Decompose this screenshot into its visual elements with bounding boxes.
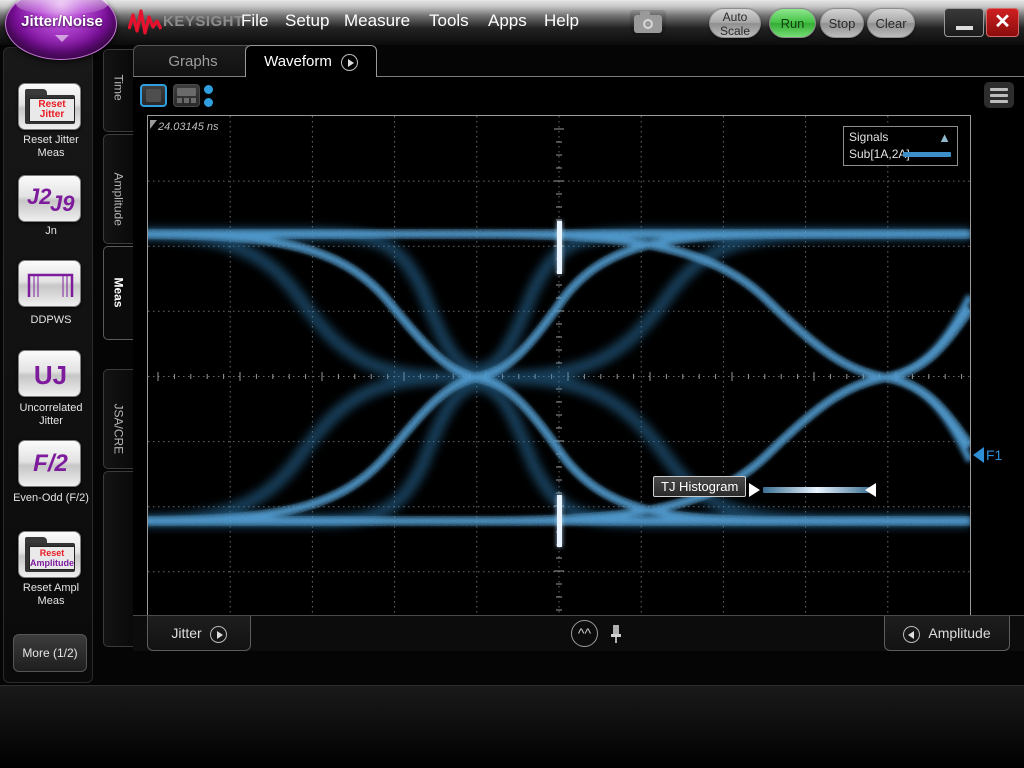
vtab-jsa-cre[interactable]: JSA/CRE	[103, 369, 133, 469]
camera-lens-decoration	[643, 19, 653, 29]
autoscale-line2: Scale	[710, 24, 760, 38]
autoscale-button[interactable]: Auto Scale	[709, 8, 761, 38]
f1-marker-label: F1	[986, 447, 1002, 463]
left-sidebar: Reset Jitter Reset Jitter Meas J2 J9 Jn …	[3, 47, 93, 683]
menu-file[interactable]: File	[237, 11, 272, 31]
chevron-up-icon[interactable]: ^^	[571, 620, 598, 647]
tab-bar: Graphs Waveform	[133, 45, 1024, 77]
folder-reset-amplitude-icon: Reset Amplitude	[25, 537, 75, 573]
tj-histogram-bar	[763, 487, 871, 493]
j9-label: J9	[50, 191, 74, 217]
minimize-button[interactable]	[944, 8, 984, 37]
hamburger-menu-icon[interactable]	[984, 82, 1014, 108]
chevron-up-icon[interactable]: ▲	[938, 130, 951, 145]
sidebar-label-ddpws: DDPWS	[4, 314, 98, 327]
graph-tab-jitter[interactable]: Jitter	[147, 616, 251, 651]
close-button[interactable]: ✕	[986, 8, 1019, 37]
triangle-left-icon	[973, 447, 984, 463]
top-menu-bar: KEYSIGHT File Setup Measure Tools Apps H…	[0, 0, 1024, 45]
sidebar-item-ddpws[interactable]	[18, 260, 81, 307]
vtab-meas-label: Meas	[112, 278, 126, 307]
sidebar-item-reset-jitter-meas[interactable]: Reset Jitter	[18, 83, 81, 130]
graph-tab-amplitude-label: Amplitude	[928, 625, 990, 641]
sidebar-label-jn: Jn	[4, 225, 98, 238]
chevron-down-icon	[55, 35, 69, 42]
layout-multi-icon[interactable]	[173, 84, 200, 107]
j2-label: J2	[27, 184, 51, 210]
ddpws-waveform-icon	[27, 269, 74, 300]
uj-icon: UJ	[19, 360, 81, 391]
menu-measure[interactable]: Measure	[340, 11, 414, 31]
vtab-amplitude-label: Amplitude	[112, 173, 126, 202]
vertical-cursor-top[interactable]	[557, 221, 562, 274]
sidebar-item-uncorrelated-jitter[interactable]: UJ	[18, 350, 81, 397]
previous-icon[interactable]	[903, 626, 920, 643]
tab-graphs[interactable]: Graphs	[133, 45, 253, 77]
graph-tab-jitter-label: Jitter	[171, 625, 201, 641]
graph-tab-amplitude[interactable]: Amplitude	[884, 616, 1010, 651]
sidebar-label-reset-jitter-meas: Reset Jitter Meas	[4, 134, 98, 160]
play-icon[interactable]	[210, 626, 227, 643]
pin-icon[interactable]	[610, 624, 622, 644]
brand-label: KEYSIGHT	[163, 13, 244, 30]
menu-tools[interactable]: Tools	[425, 11, 473, 31]
reset-jitter-icon-text2: Jitter	[30, 110, 74, 120]
folder-reset-jitter-icon: Reset Jitter	[25, 89, 75, 125]
vtab-time-label: Time	[112, 75, 126, 104]
menu-apps[interactable]: Apps	[484, 11, 531, 31]
time-origin-marker-icon	[150, 120, 157, 129]
reset-ampl-icon-text2: Amplitude	[30, 558, 74, 568]
vertical-tab-strip: Time Amplitude Meas « JSA/CRE	[103, 47, 133, 647]
arrow-right-icon	[749, 483, 760, 497]
sidebar-more-button[interactable]: More (1/2)	[13, 634, 87, 672]
tj-histogram-label: TJ Histogram	[653, 476, 746, 497]
sidebar-item-reset-ampl-meas[interactable]: Reset Amplitude	[18, 531, 81, 578]
keysight-logo-icon	[128, 9, 162, 35]
eye-diagram-display[interactable]: 24.03145 ns Signals ▲ Sub[1A,2A] TJ Hist…	[147, 115, 971, 638]
layout-single-icon[interactable]	[140, 84, 167, 107]
mode-button-label: Jitter/Noise	[6, 13, 118, 30]
signals-legend[interactable]: Signals ▲ Sub[1A,2A]	[843, 126, 958, 166]
j2-j9-icon: J2 J9	[19, 176, 81, 222]
play-icon[interactable]	[341, 54, 358, 71]
signals-trace-name: Sub[1A,2A]	[849, 147, 910, 161]
sidebar-label-uncorrelated-jitter: Uncorrelated Jitter	[4, 402, 98, 428]
vtab-time[interactable]: Time	[103, 49, 133, 132]
bottom-status-bar: 1A 140.0 mV/ 3.2 mV 2A 140.0 mV/ 700 µV …	[0, 685, 1024, 768]
graph-panel: 24.03145 ns Signals ▲ Sub[1A,2A] TJ Hist…	[133, 76, 1024, 651]
vtab-meas[interactable]: Meas	[103, 246, 133, 340]
application-window: KEYSIGHT File Setup Measure Tools Apps H…	[0, 0, 1024, 768]
eye-diagram-canvas	[148, 116, 970, 637]
menu-help[interactable]: Help	[540, 11, 583, 31]
vertical-cursor-bottom[interactable]	[557, 495, 562, 547]
signals-trace-color-swatch	[903, 152, 951, 157]
tab-waveform[interactable]: Waveform	[245, 45, 377, 77]
sidebar-label-even-odd: Even-Odd (F/2)	[4, 492, 98, 505]
autoscale-line1: Auto	[710, 10, 760, 24]
f1-channel-marker[interactable]: F1	[973, 447, 1002, 463]
signals-legend-title: Signals	[849, 130, 888, 144]
sidebar-item-jn[interactable]: J2 J9	[18, 175, 81, 222]
graph-toolbar	[133, 77, 1024, 113]
sidebar-item-even-odd[interactable]: F/2	[18, 440, 81, 487]
run-button[interactable]: Run	[769, 8, 816, 38]
menu-setup[interactable]: Setup	[281, 11, 333, 31]
arrow-left-icon	[865, 483, 876, 497]
clear-button[interactable]: Clear	[867, 8, 915, 38]
vtab-jsa-cre-label: JSA/CRE	[112, 404, 126, 433]
vtab-amplitude[interactable]: Amplitude	[103, 134, 133, 244]
f2-icon: F/2	[19, 450, 81, 478]
tab-waveform-label: Waveform	[264, 53, 332, 70]
reset-ampl-icon-text1: Reset	[30, 548, 74, 558]
graph-bottom-bar: Jitter ^^ Amplitude	[133, 615, 1024, 651]
stop-button[interactable]: Stop	[820, 8, 864, 38]
vtab-spacer	[103, 471, 133, 647]
tab-graphs-label: Graphs	[168, 53, 217, 70]
sidebar-label-reset-ampl-meas: Reset Ampl Meas	[4, 582, 98, 608]
two-dots-icon[interactable]	[204, 85, 214, 107]
time-position-label: 24.03145 ns	[158, 121, 219, 133]
